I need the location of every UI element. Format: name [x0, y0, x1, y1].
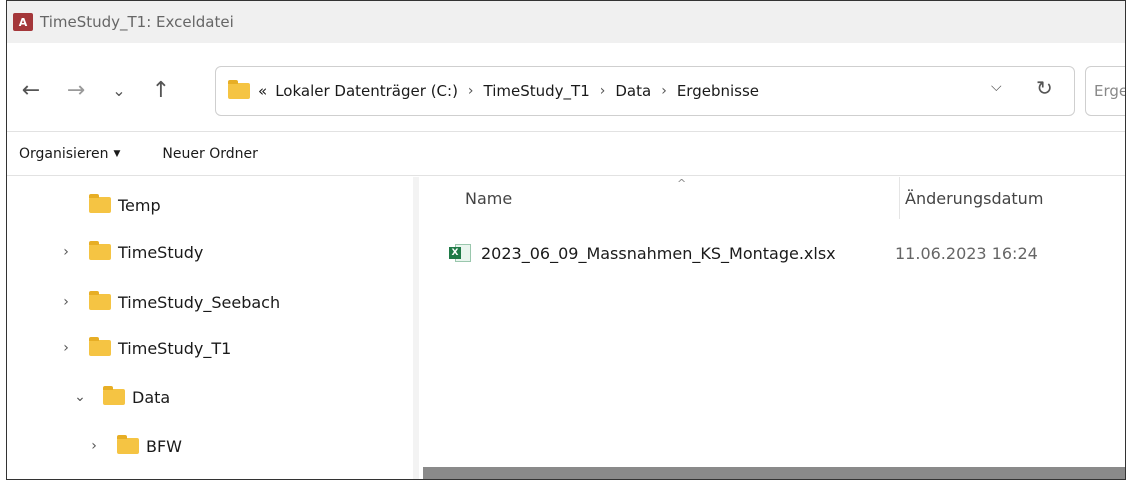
recent-locations-button[interactable]: ⌄ [105, 75, 133, 105]
title-bar: A TimeStudy_T1: Exceldatei [7, 1, 1125, 43]
breadcrumb-separator[interactable]: › [468, 83, 474, 99]
folder-icon [89, 337, 111, 356]
new-folder-label: Neuer Ordner [162, 145, 258, 162]
tree-item-data[interactable]: ⌄ Data [73, 382, 170, 412]
column-header-name[interactable]: Name [465, 189, 512, 208]
arrow-left-icon: ← [21, 77, 41, 103]
expand-chevron-icon[interactable]: › [59, 340, 73, 356]
address-dropdown-icon[interactable]: ⌵ [991, 79, 1002, 95]
breadcrumb-overflow[interactable]: « [258, 82, 267, 100]
folder-icon [89, 241, 111, 260]
organize-button[interactable]: Organisieren ▼ [19, 146, 120, 162]
breadcrumb-separator[interactable]: › [661, 83, 667, 99]
back-button[interactable]: ← [17, 75, 45, 105]
new-folder-button[interactable]: Neuer Ordner [162, 146, 257, 162]
tree-item-temp[interactable]: Temp [59, 190, 161, 220]
tree-item-label: TimeStudy [118, 242, 204, 262]
folder-icon [89, 194, 111, 213]
up-button[interactable]: ↑ [147, 75, 175, 105]
file-list-pane: ^ Name Änderungsdatum X 2023_06_09_Massn… [419, 177, 1125, 479]
search-placeholder: Ergeb [1094, 82, 1125, 100]
expand-chevron-icon[interactable]: › [59, 244, 73, 260]
tree-item-label: TimeStudy_T1 [118, 338, 232, 358]
access-app-icon: A [13, 13, 37, 31]
collapse-chevron-icon[interactable]: ⌄ [73, 389, 87, 405]
address-bar[interactable]: « Lokaler Datenträger (C:) › TimeStudy_T… [215, 66, 1075, 116]
refresh-icon[interactable]: ↻ [1036, 76, 1053, 100]
tree-item-label: TimeStudy_Seebach [118, 292, 281, 312]
breadcrumb-drive[interactable]: Lokaler Datenträger (C:) [275, 82, 458, 100]
breadcrumb-ergebnisse[interactable]: Ergebnisse [677, 82, 759, 100]
tree-item-bfw[interactable]: › BFW [87, 431, 182, 461]
tree-item-timestudy-seebach[interactable]: › TimeStudy_Seebach [59, 287, 280, 317]
folder-icon [117, 435, 139, 454]
window-title: TimeStudy_T1: Exceldatei [40, 13, 234, 31]
file-dialog-window: A TimeStudy_T1: Exceldatei ← → ⌄ ↑ « Lok… [6, 0, 1126, 480]
folder-icon [103, 386, 125, 405]
caret-down-icon: ▼ [113, 148, 121, 159]
folder-icon [228, 80, 250, 99]
breadcrumb-timestudy-t1[interactable]: TimeStudy_T1 [484, 82, 590, 100]
tree-item-label: BFW [146, 436, 182, 456]
forward-button[interactable]: → [62, 75, 90, 105]
tree-item-label: Data [132, 387, 171, 407]
navigation-row: ← → ⌄ ↑ « Lokaler Datenträger (C:) › Tim… [7, 53, 1125, 131]
excel-file-icon: X [449, 244, 471, 262]
search-input[interactable]: Ergeb [1085, 66, 1125, 116]
tree-item-timestudy[interactable]: › TimeStudy [59, 237, 203, 267]
folder-icon [89, 291, 111, 310]
tree-item-timestudy-t1[interactable]: › TimeStudy_T1 [59, 333, 231, 363]
chevron-down-icon: ⌄ [112, 80, 126, 100]
file-name: 2023_06_09_Massnahmen_KS_Montage.xlsx [481, 243, 836, 263]
expand-chevron-icon[interactable]: › [87, 438, 101, 454]
breadcrumb-separator[interactable]: › [600, 83, 606, 99]
breadcrumb-data[interactable]: Data [615, 82, 651, 100]
expand-chevron-icon[interactable]: › [59, 294, 73, 310]
file-modified-date: 11.06.2023 16:24 [895, 243, 1038, 263]
navigation-pane: Temp › TimeStudy › TimeStudy_Seebach › T… [7, 177, 413, 479]
sort-ascending-icon: ^ [677, 177, 687, 190]
organize-label: Organisieren [19, 145, 109, 162]
file-row[interactable]: X 2023_06_09_Massnahmen_KS_Montage.xlsx … [449, 239, 1109, 267]
horizontal-scrollbar[interactable] [423, 467, 1125, 479]
column-header-modified[interactable]: Änderungsdatum [905, 189, 1043, 208]
tree-item-label: Temp [118, 195, 161, 215]
arrow-right-icon: → [66, 77, 86, 103]
column-separator[interactable] [899, 177, 900, 219]
command-bar: Organisieren ▼ Neuer Ordner [7, 131, 1125, 176]
arrow-up-icon: ↑ [151, 77, 171, 103]
